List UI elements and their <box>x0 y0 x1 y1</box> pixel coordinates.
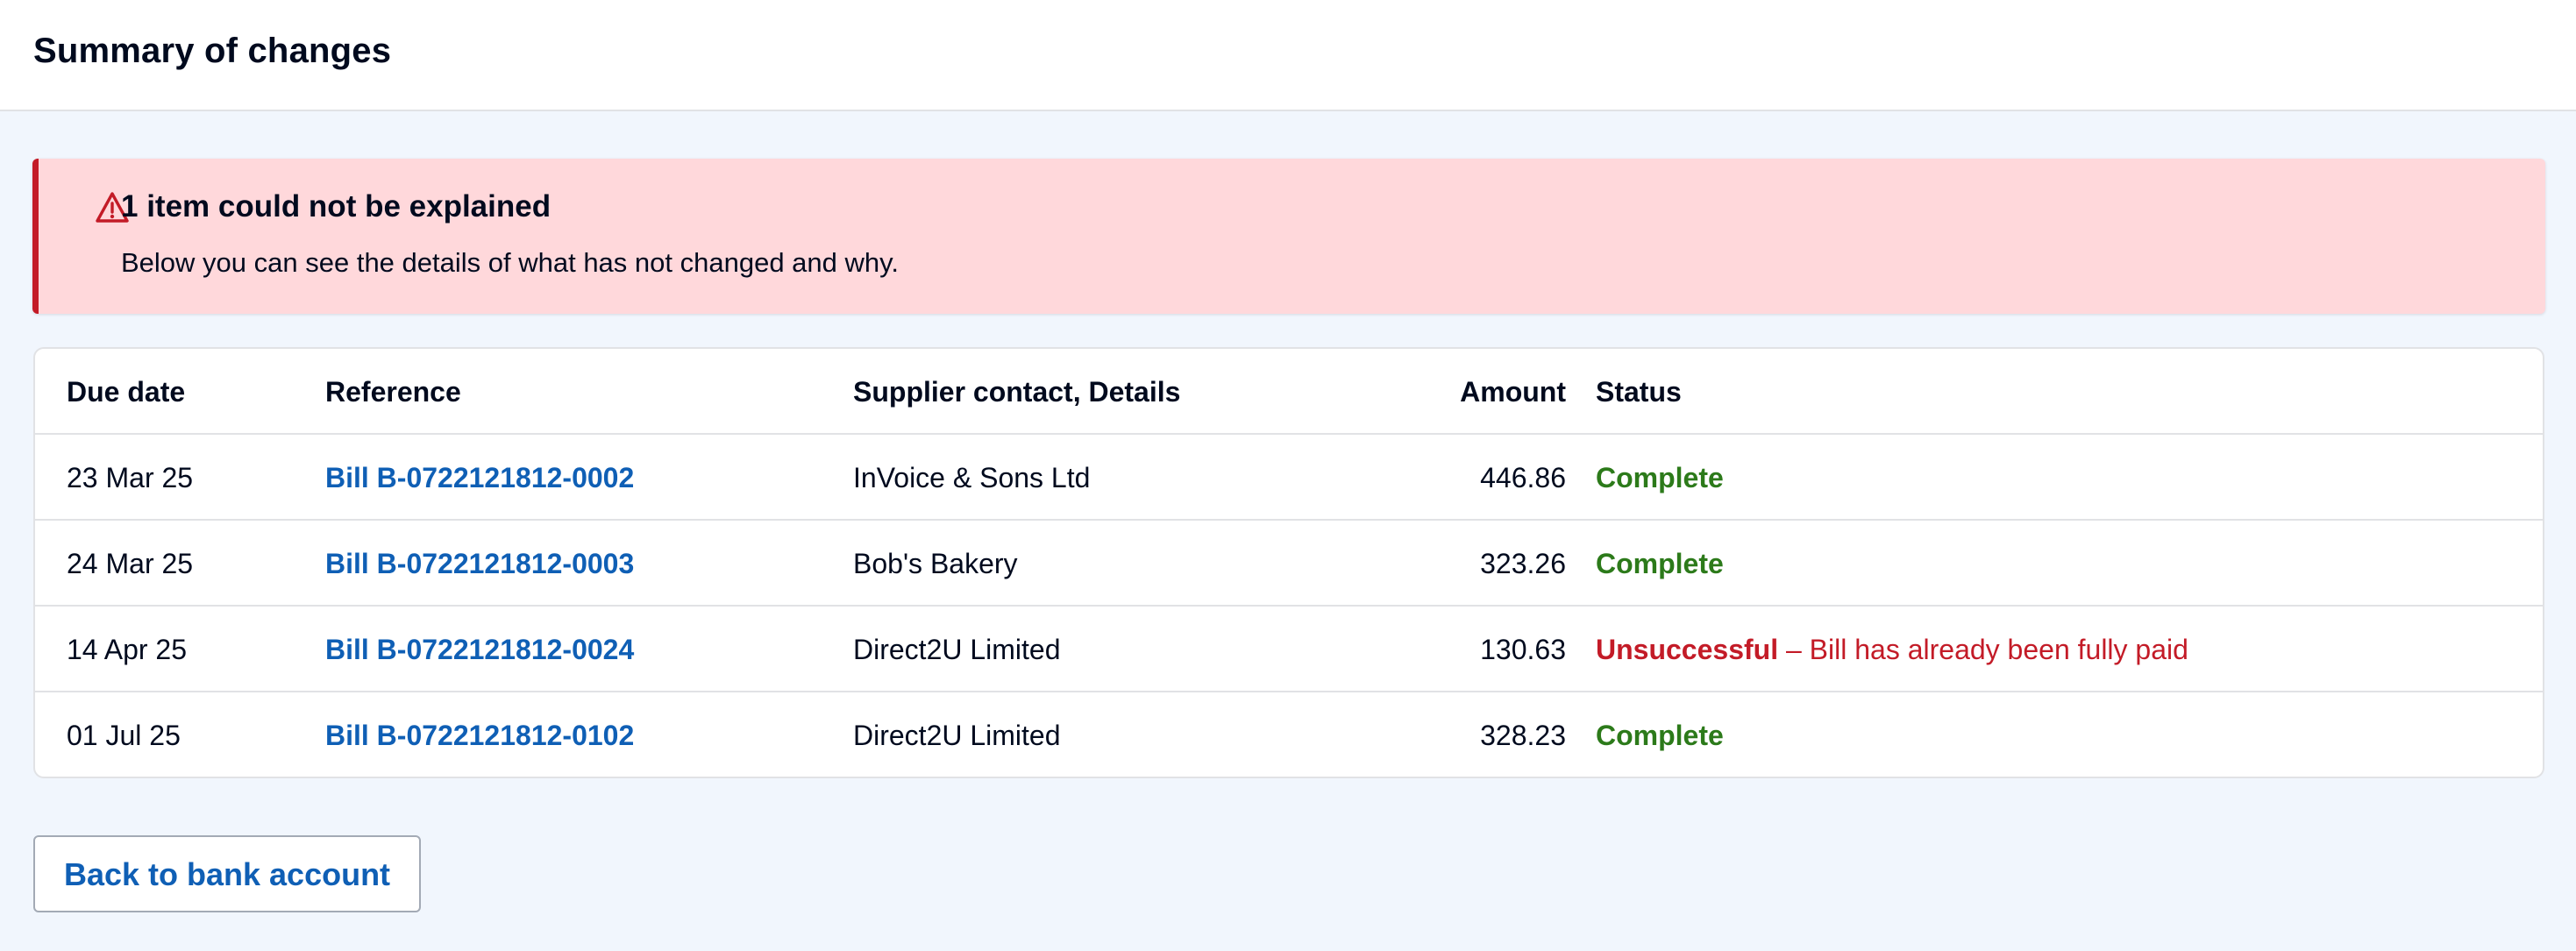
alert-title: 1 item could not be explained <box>121 189 551 224</box>
status-failure-reason: – Bill has already been fully paid <box>1778 634 2188 665</box>
column-header-status: Status <box>1596 376 1682 408</box>
supplier-cell: Bob's Bakery <box>853 548 1018 579</box>
alert-message: Below you can see the details of what ha… <box>121 247 899 278</box>
column-header-reference: Reference <box>325 376 461 408</box>
column-header-amount: Amount <box>1460 376 1566 408</box>
amount-cell: 328.23 <box>1480 720 1566 751</box>
supplier-cell: InVoice & Sons Ltd <box>853 462 1091 493</box>
status-cell: Unsuccessful – Bill has already been ful… <box>1596 607 2188 692</box>
page-header: Summary of changes <box>0 0 2576 111</box>
changes-table: Due date Reference Supplier contact, Det… <box>33 347 2544 778</box>
bill-reference-link[interactable]: Bill B-0722121812-0003 <box>325 521 634 607</box>
amount-cell: 446.86 <box>1480 462 1566 493</box>
error-alert: 1 item could not be explained Below you … <box>32 159 2545 314</box>
bill-reference-link[interactable]: Bill B-0722121812-0002 <box>325 435 634 521</box>
status-unsuccessful-label: Unsuccessful <box>1596 634 1779 665</box>
table-row: 14 Apr 25 Bill B-0722121812-0024 Direct2… <box>35 605 2543 691</box>
table-header-row: Due date Reference Supplier contact, Det… <box>35 349 2543 435</box>
bill-reference-link[interactable]: Bill B-0722121812-0024 <box>325 607 634 692</box>
amount-cell: 130.63 <box>1480 634 1566 665</box>
status-cell: Complete <box>1596 692 1724 777</box>
due-date-cell: 23 Mar 25 <box>67 462 194 493</box>
status-cell: Complete <box>1596 521 1724 607</box>
amount-cell: 323.26 <box>1480 548 1566 579</box>
bill-reference-link[interactable]: Bill B-0722121812-0102 <box>325 692 634 777</box>
status-cell: Complete <box>1596 435 1724 521</box>
supplier-cell: Direct2U Limited <box>853 634 1061 665</box>
column-header-due-date: Due date <box>67 376 186 408</box>
status-complete-label: Complete <box>1596 720 1724 751</box>
table-row: 01 Jul 25 Bill B-0722121812-0102 Direct2… <box>35 691 2543 777</box>
due-date-cell: 24 Mar 25 <box>67 548 194 579</box>
supplier-cell: Direct2U Limited <box>853 720 1061 751</box>
status-complete-label: Complete <box>1596 548 1724 579</box>
page-title: Summary of changes <box>33 32 392 70</box>
due-date-cell: 14 Apr 25 <box>67 634 187 665</box>
alert-accent-bar <box>32 159 39 314</box>
column-header-supplier: Supplier contact, Details <box>853 376 1181 408</box>
status-complete-label: Complete <box>1596 462 1724 493</box>
table-row: 23 Mar 25 Bill B-0722121812-0002 InVoice… <box>35 433 2543 519</box>
due-date-cell: 01 Jul 25 <box>67 720 181 751</box>
back-to-bank-account-button[interactable]: Back to bank account <box>33 835 421 912</box>
table-row: 24 Mar 25 Bill B-0722121812-0003 Bob's B… <box>35 519 2543 605</box>
